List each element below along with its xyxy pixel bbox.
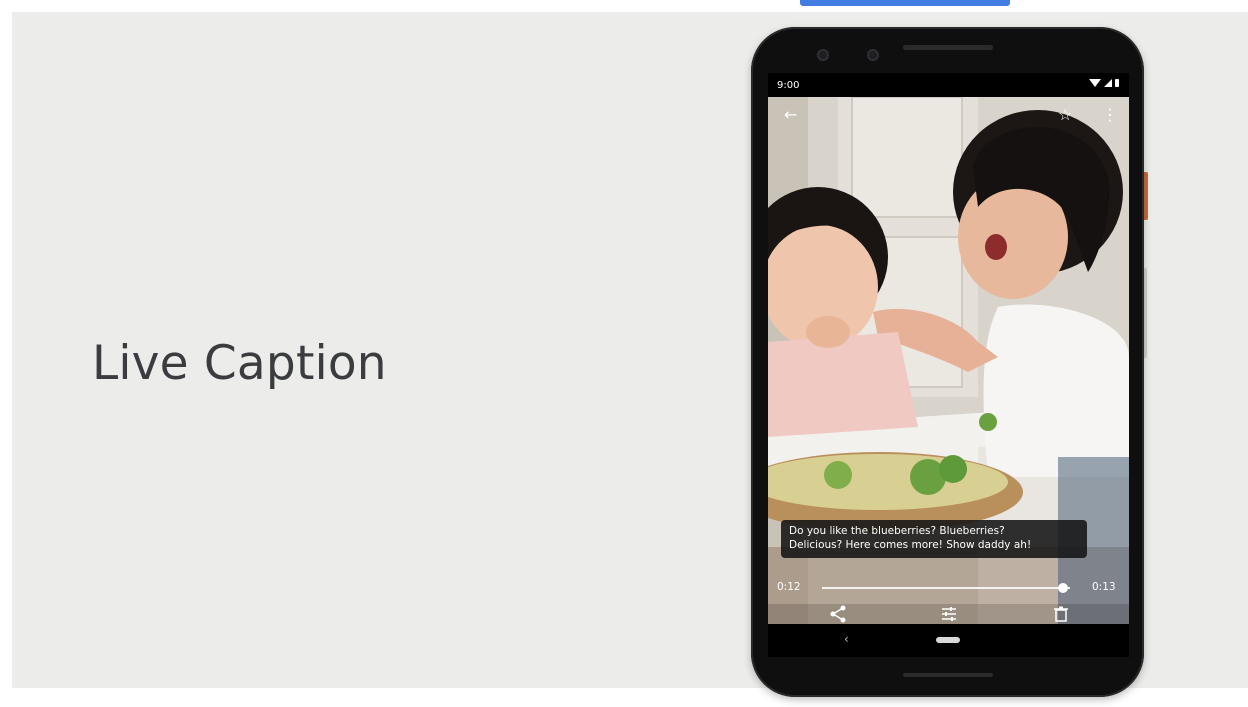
volume-button: [1144, 268, 1147, 358]
share-icon[interactable]: [828, 604, 848, 624]
caption-line-2: Delicious? Here comes more! Show daddy a…: [789, 539, 1032, 551]
bottom-speaker: [903, 673, 993, 677]
top-accent-bar: [800, 0, 1010, 6]
power-button: [1144, 172, 1148, 220]
top-margin: [0, 0, 1248, 12]
status-time: 9:00: [777, 80, 800, 91]
phone-mockup: 9:00 ← ☆ ⋮ Do you like the blueberries? …: [751, 27, 1144, 697]
video-frame[interactable]: ← ☆ ⋮ Do you like the blueberries? Blueb…: [768, 97, 1129, 624]
tune-icon[interactable]: [939, 604, 959, 624]
video-controls: [768, 604, 1129, 624]
front-camera-icon: [817, 49, 829, 61]
status-bar: 9:00: [768, 73, 1129, 97]
nav-home-pill-icon[interactable]: [936, 637, 960, 643]
seek-total-time: 0:13: [1092, 581, 1116, 593]
star-outline-icon[interactable]: ☆: [1058, 107, 1072, 123]
phone-screen: 9:00 ← ☆ ⋮ Do you like the blueberries? …: [768, 73, 1129, 657]
battery-icon: [1115, 79, 1119, 87]
slide-headline: Live Caption: [92, 336, 387, 391]
earpiece-speaker: [903, 45, 993, 50]
signal-icon: [1104, 79, 1112, 87]
more-vert-icon[interactable]: ⋮: [1102, 107, 1118, 123]
status-icons: [1089, 79, 1119, 87]
trash-icon[interactable]: [1051, 604, 1071, 624]
front-sensor-icon: [867, 49, 879, 61]
seek-thumb[interactable]: [1057, 583, 1068, 593]
wifi-icon: [1089, 79, 1101, 87]
back-arrow-icon[interactable]: ←: [784, 107, 797, 123]
nav-back-icon[interactable]: ‹: [844, 632, 849, 646]
navigation-bar: ‹: [768, 624, 1129, 657]
seek-current-time: 0:12: [777, 581, 801, 593]
seek-bar[interactable]: [822, 587, 1070, 589]
live-caption-box: Do you like the blueberries? Blueberries…: [781, 520, 1087, 558]
caption-line-1: Do you like the blueberries? Blueberries…: [789, 525, 1005, 537]
